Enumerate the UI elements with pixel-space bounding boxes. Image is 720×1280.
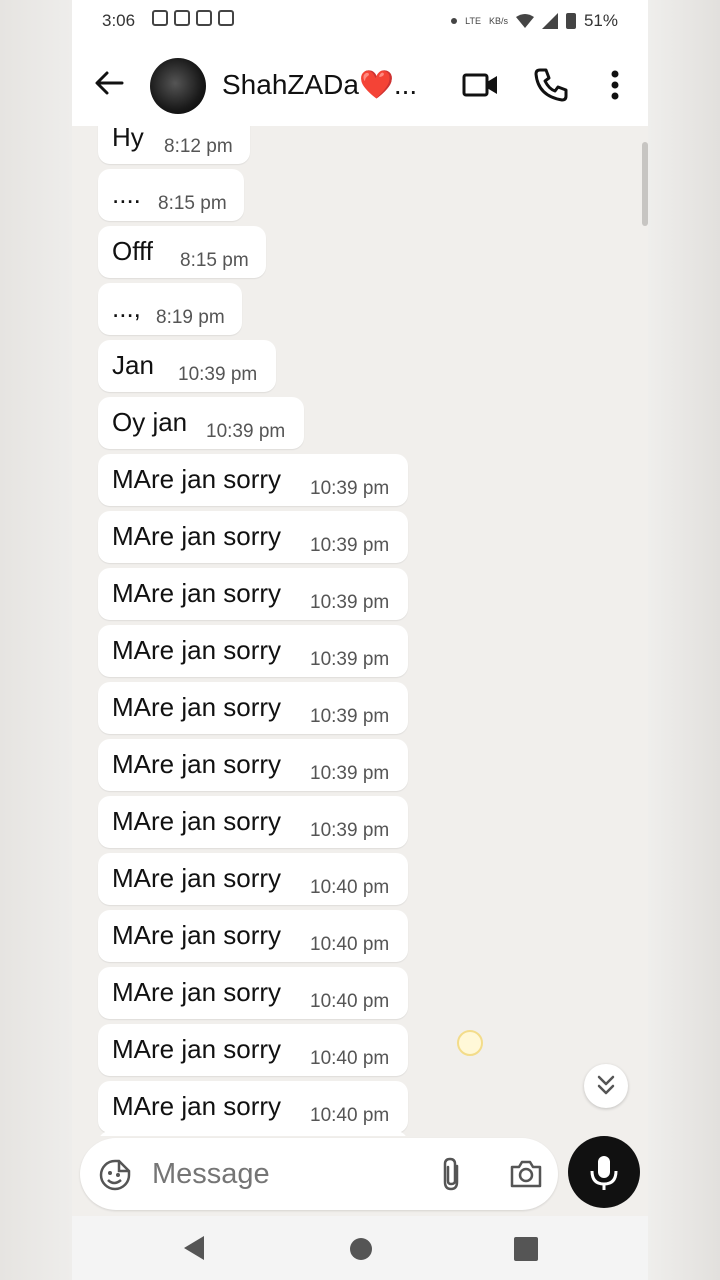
message-bubble[interactable]: MAre jan sorry 10:39 pm (98, 454, 408, 506)
message-bubble[interactable]: MAre jan sorry 10:39 pm (98, 682, 408, 734)
skype-notification-icon (196, 10, 212, 26)
message-text: .... (112, 179, 141, 209)
speed-indicator: KB/s (488, 15, 508, 26)
message-time: 10:39 pm (178, 364, 258, 385)
message-bubble[interactable]: MAre jan sorry 10:40 pm (98, 910, 408, 962)
scrollbar-thumb[interactable] (642, 142, 648, 226)
message-bubble[interactable]: Hy 8:12 pm (98, 126, 250, 164)
message-time: 8:12 pm (164, 136, 233, 157)
message-time: 10:39 pm (310, 763, 390, 784)
message-bubble[interactable]: MAre jan sorry 10:39 pm (98, 568, 408, 620)
contact-avatar[interactable] (150, 58, 206, 114)
message-text: MAre jan sorry (112, 1091, 282, 1121)
message-time: 8:15 pm (180, 250, 249, 271)
sticker-emoji-icon[interactable] (98, 1158, 132, 1192)
message-bubble[interactable]: MAre jan sorry 10:39 pm (98, 796, 408, 848)
message-time: 10:40 pm (310, 991, 390, 1012)
camera-icon[interactable] (508, 1156, 544, 1192)
more-vertical-icon[interactable] (596, 66, 634, 104)
background-right (648, 0, 720, 1280)
message-text: MAre jan sorry (112, 920, 282, 950)
message-input[interactable] (152, 1158, 412, 1191)
message-text: Jan (112, 350, 154, 380)
voice-message-button[interactable] (568, 1136, 640, 1208)
message-time: 10:39 pm (310, 820, 390, 841)
video-camera-icon[interactable] (462, 66, 500, 104)
message-bubble[interactable]: Jan 10:39 pm (98, 340, 276, 392)
message-text: Hy (112, 126, 144, 152)
app-notification-icon (174, 10, 190, 26)
contact-name[interactable]: ShahZADa❤️... (222, 68, 422, 101)
message-time: 10:39 pm (206, 421, 286, 442)
message-bubble[interactable]: MAre jan sorry 10:40 pm (98, 1081, 408, 1133)
message-time: 10:39 pm (310, 478, 390, 499)
message-time: 10:39 pm (310, 592, 390, 613)
battery-icon (565, 13, 576, 29)
message-time: 10:40 pm (310, 934, 390, 955)
message-text: ..., (112, 293, 141, 323)
microphone-icon (590, 1156, 618, 1190)
message-text: MAre jan sorry (112, 1034, 282, 1064)
message-text: MAre jan sorry (112, 521, 282, 551)
video-notification-icon (152, 10, 168, 26)
message-bubble[interactable]: MAre jan sorry 10:39 pm (98, 739, 408, 791)
message-text: MAre jan sorry (112, 464, 282, 494)
battery-percent: 51% (583, 11, 618, 30)
message-text: MAre jan sorry (112, 749, 282, 779)
message-composer (80, 1138, 558, 1210)
message-bubble[interactable]: Oy jan 10:39 pm (98, 397, 304, 449)
phone-icon[interactable] (532, 66, 570, 104)
message-bubble[interactable]: .... 8:15 pm (98, 169, 244, 221)
message-text: MAre jan sorry (112, 635, 282, 665)
message-bubble[interactable]: MAre jan sorry 10:40 pm (98, 853, 408, 905)
message-text: Offf (112, 236, 153, 266)
message-list[interactable]: Hy 8:12 pm .... 8:15 pm Offf 8:15 pm ...… (72, 126, 648, 1136)
message-time: 10:39 pm (310, 649, 390, 670)
message-bubble[interactable]: MAre jan sorry 10:40 pm (98, 967, 408, 1019)
message-time: 10:39 pm (310, 706, 390, 727)
status-indicators: LTE KB/s 51% (451, 11, 618, 31)
message-bubble-partial[interactable] (98, 1131, 408, 1136)
dot-indicator-icon (451, 18, 458, 24)
phone-screen: 3:06 LTE KB/s 51% ShahZADa❤️... Hy 8:12 … (72, 0, 648, 1280)
message-bubble[interactable]: ..., 8:19 pm (98, 283, 242, 335)
nav-back-icon[interactable] (184, 1236, 204, 1260)
message-text: MAre jan sorry (112, 806, 282, 836)
message-time: 10:40 pm (310, 877, 390, 898)
status-bar: 3:06 LTE KB/s 51% (72, 0, 648, 44)
news-notification-icon (218, 10, 234, 26)
chat-header: ShahZADa❤️... (72, 44, 648, 126)
message-text: MAre jan sorry (112, 578, 282, 608)
message-text: MAre jan sorry (112, 977, 282, 1007)
lte-indicator: LTE (465, 15, 481, 26)
scroll-to-bottom-button[interactable] (584, 1064, 628, 1108)
message-time: 8:19 pm (156, 307, 225, 328)
double-chevron-down-icon (597, 1075, 615, 1095)
message-time: 10:40 pm (310, 1105, 390, 1126)
nav-recents-icon[interactable] (514, 1237, 538, 1261)
message-bubble[interactable]: MAre jan sorry 10:40 pm (98, 1024, 408, 1076)
message-time: 10:39 pm (310, 535, 390, 556)
touch-indicator (457, 1030, 483, 1056)
message-time: 8:15 pm (158, 193, 227, 214)
message-bubble[interactable]: Offf 8:15 pm (98, 226, 266, 278)
message-text: Oy jan (112, 407, 188, 437)
message-text: MAre jan sorry (112, 863, 282, 893)
nav-home-icon[interactable] (350, 1238, 372, 1260)
background-left (0, 0, 72, 1280)
wifi-icon (515, 14, 534, 28)
message-time: 10:40 pm (310, 1048, 390, 1069)
arrow-left-icon[interactable] (92, 66, 126, 100)
message-bubble[interactable]: MAre jan sorry 10:39 pm (98, 625, 408, 677)
message-text: MAre jan sorry (112, 692, 282, 722)
status-time: 3:06 (102, 11, 136, 30)
system-nav-bar (72, 1216, 648, 1280)
signal-icon (541, 13, 558, 29)
message-bubble[interactable]: MAre jan sorry 10:39 pm (98, 511, 408, 563)
notification-icons (152, 10, 234, 26)
paperclip-icon[interactable] (436, 1156, 468, 1192)
